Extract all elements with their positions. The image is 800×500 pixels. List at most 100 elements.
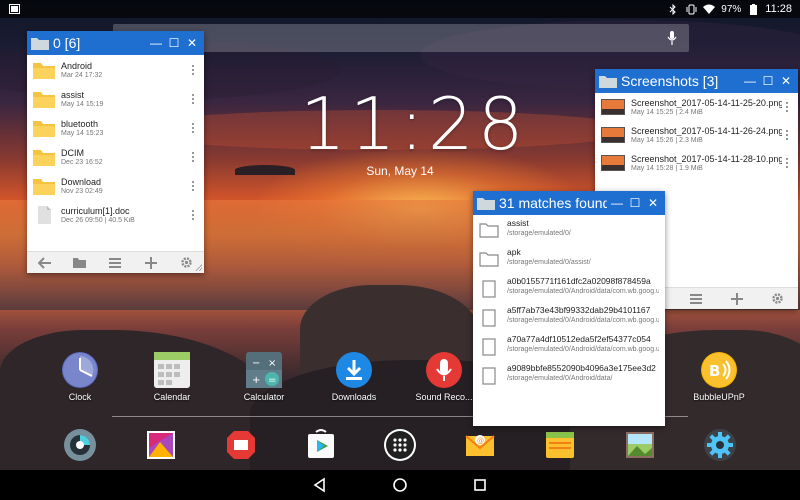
file-outline-icon	[479, 367, 501, 385]
minimize-icon[interactable]: —	[609, 195, 625, 211]
folder-outline-icon	[479, 222, 501, 240]
app-calculator[interactable]: − × + = Calculator	[229, 352, 299, 402]
add-icon[interactable]	[729, 291, 745, 307]
dock-adblock-icon[interactable]	[224, 428, 258, 462]
app-bubbleupnp[interactable]: B BubbleUPnP	[684, 352, 754, 402]
item-name: Android	[61, 60, 93, 71]
microphone-icon[interactable]	[667, 30, 677, 46]
add-icon[interactable]	[143, 255, 159, 271]
search-result-item[interactable]: a9089bbfe8552090b4096a3e175ee3d2/storage…	[473, 360, 665, 389]
battery-icon	[747, 3, 759, 15]
close-icon[interactable]: ✕	[778, 73, 794, 89]
dock-camera-icon[interactable]	[63, 428, 97, 462]
file-list-item[interactable]: Screenshot_2017-05-14-11-26-24.png May 14…	[595, 121, 798, 149]
file-browser-window[interactable]: 0 [6] — ☐ ✕ Android Mar 24 17:32 assist Ma…	[27, 31, 204, 273]
window-title: 31 matches found	[499, 195, 607, 211]
svg-text:+: +	[252, 375, 260, 386]
folder-outline-icon	[479, 251, 501, 269]
close-icon[interactable]: ✕	[645, 195, 661, 211]
item-name: a70a77a4df10512eda5f2ef54377c054	[507, 334, 651, 344]
more-options-icon[interactable]	[188, 179, 198, 193]
back-arrow-icon[interactable]	[37, 255, 53, 271]
file-list-item[interactable]: assist May 14 15:19	[27, 84, 204, 113]
back-icon[interactable]	[312, 477, 328, 493]
file-list-item[interactable]: Android Mar 24 17:32	[27, 55, 204, 84]
app-label: BubbleUPnP	[693, 392, 745, 402]
window-title: 0 [6]	[53, 35, 81, 51]
window-title-bar[interactable]: Screenshots [3] — ☐ ✕	[595, 69, 798, 93]
calculator-app-icon: − × + =	[246, 352, 282, 388]
file-list-item[interactable]: Download Nov 23 02:49	[27, 171, 204, 200]
search-result-item[interactable]: a0b0155771f161dfc2a02098f878459a/storage…	[473, 273, 665, 302]
dock-settings-icon[interactable]	[703, 428, 737, 462]
folder-icon	[33, 119, 55, 137]
file-list-item[interactable]: Screenshot_2017-05-14-11-25-20.png May 14…	[595, 93, 798, 121]
bubbleupnp-app-icon: B	[701, 352, 737, 388]
search-result-list: assist/storage/emulated/0/ apk/storage/e…	[473, 215, 665, 389]
document-icon	[33, 205, 55, 224]
dock-photo-viewer-icon[interactable]	[623, 428, 657, 462]
item-path: /storage/emulated/0/Android/data/com.wb.…	[507, 317, 659, 324]
item-name: apk	[507, 247, 521, 257]
app-sound-recorder[interactable]: Sound Reco...	[409, 352, 479, 402]
search-result-item[interactable]: assist/storage/emulated/0/	[473, 215, 665, 244]
wallpaper-island	[235, 165, 295, 175]
more-options-icon[interactable]	[782, 128, 792, 142]
more-options-icon[interactable]	[188, 92, 198, 106]
app-drawer-icon[interactable]	[383, 428, 417, 462]
item-path: /storage/emulated/0/Android/data/	[507, 375, 613, 382]
home-icon[interactable]	[392, 477, 408, 493]
search-result-item[interactable]: a5ff7ab73e43bf99332dab29b4101167/storage…	[473, 302, 665, 331]
clock-widget-time[interactable]: 11:28	[300, 82, 524, 166]
dock-gallery-icon[interactable]	[144, 428, 178, 462]
item-name: curriculum[1].doc	[61, 205, 130, 216]
close-icon[interactable]: ✕	[184, 35, 200, 51]
app-label: Calculator	[243, 392, 285, 402]
dock-file-manager-icon[interactable]	[543, 428, 577, 462]
list-view-icon[interactable]	[107, 255, 123, 271]
item-path: /storage/emulated/0/Android/data/com.wb.…	[507, 346, 659, 353]
more-options-icon[interactable]	[188, 121, 198, 135]
more-options-icon[interactable]	[188, 150, 198, 164]
open-folder-icon[interactable]	[72, 255, 88, 271]
more-options-icon[interactable]	[782, 156, 792, 170]
image-thumbnail	[601, 155, 625, 171]
more-options-icon[interactable]	[188, 208, 198, 222]
app-clock[interactable]: Clock	[45, 352, 115, 402]
file-outline-icon	[479, 280, 501, 298]
image-thumbnail	[601, 99, 625, 115]
search-result-item[interactable]: apk/storage/emulated/0/assist/	[473, 244, 665, 273]
minimize-icon[interactable]: —	[148, 35, 164, 51]
file-list-item[interactable]: curriculum[1].doc Dec 26 09:50 | 40.5 KiB	[27, 200, 204, 229]
clock-widget-date[interactable]: Sun, May 14	[300, 164, 500, 178]
svg-text:−: −	[252, 358, 260, 369]
dock-email-icon[interactable]: @	[463, 428, 497, 462]
search-result-item[interactable]: a70a77a4df10512eda5f2ef54377c054/storage…	[473, 331, 665, 360]
recents-icon[interactable]	[472, 477, 488, 493]
minimize-icon[interactable]: —	[742, 73, 758, 89]
search-results-window[interactable]: 31 matches found — ☐ ✕ assist/storage/em…	[473, 191, 665, 426]
maximize-icon[interactable]: ☐	[166, 35, 182, 51]
list-view-icon[interactable]	[688, 291, 704, 307]
resize-grip-icon[interactable]	[195, 264, 202, 271]
maximize-icon[interactable]: ☐	[627, 195, 643, 211]
file-list-item[interactable]: bluetooth May 14 15:23	[27, 113, 204, 142]
settings-gear-icon[interactable]	[178, 255, 194, 271]
app-calendar[interactable]: Calendar	[137, 352, 207, 402]
item-path: /storage/emulated/0/assist/	[507, 259, 591, 266]
app-label: Downloads	[331, 392, 377, 402]
dock-play-store-icon[interactable]	[304, 428, 338, 462]
file-list-item[interactable]: DCIM Dec 23 16:52	[27, 142, 204, 171]
more-options-icon[interactable]	[782, 100, 792, 114]
settings-gear-icon[interactable]	[770, 291, 786, 307]
svg-text:=: =	[268, 375, 276, 386]
window-title-bar[interactable]: 0 [6] — ☐ ✕	[27, 31, 204, 55]
app-downloads[interactable]: Downloads	[319, 352, 389, 402]
more-options-icon[interactable]	[188, 63, 198, 77]
file-list-item[interactable]: Screenshot_2017-05-14-11-28-10.png May 14…	[595, 149, 798, 177]
maximize-icon[interactable]: ☐	[760, 73, 776, 89]
calendar-app-icon	[154, 352, 190, 388]
image-thumbnail	[601, 127, 625, 143]
window-title-bar[interactable]: 31 matches found — ☐ ✕	[473, 191, 665, 215]
folder-icon	[31, 36, 49, 50]
